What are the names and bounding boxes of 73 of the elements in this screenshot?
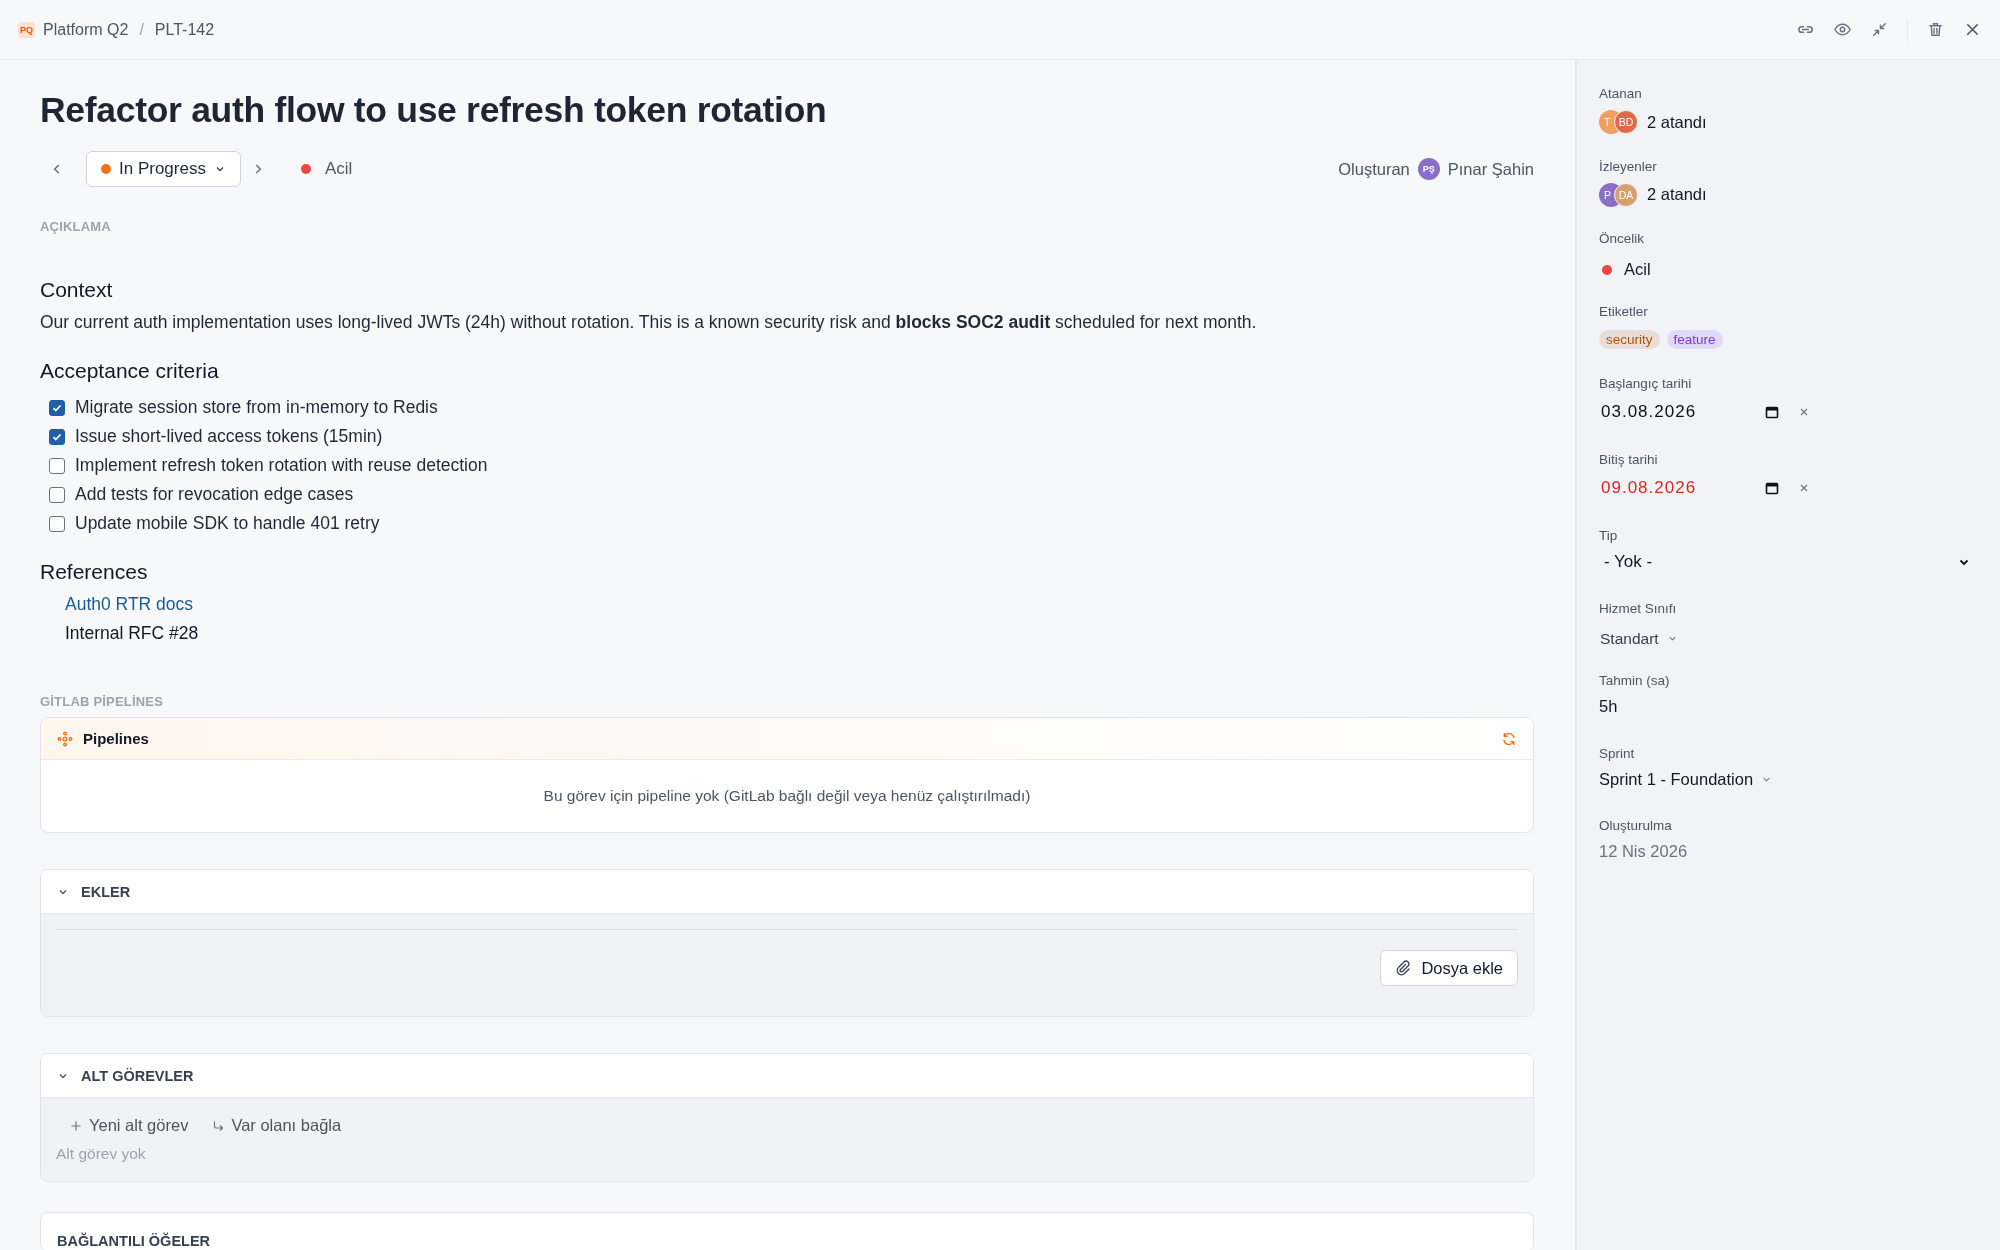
field-label: Başlangıç tarihi: [1599, 376, 1693, 391]
collapse-icon[interactable]: [1870, 20, 1889, 39]
date-field[interactable]: 09.08.2026: [1599, 478, 1779, 498]
type-select[interactable]: - Yok -: [1599, 552, 1970, 572]
panel-title: EKLER: [81, 883, 131, 900]
checklist-item-text: Add tests for revocation edge cases: [75, 484, 354, 505]
field-value[interactable]: 2 atandı: [1647, 185, 1707, 204]
description-paragraph: Our current auth implementation uses long-lived JWTs (24h) without rotation. This is a known security risk and blocks SOC2 audit scheduled for next month.: [40, 312, 1258, 333]
checkbox[interactable]: [49, 486, 65, 503]
description-heading: Acceptance criteria: [40, 359, 220, 383]
plus-icon: [70, 1119, 82, 1132]
panel-title: BAĞLANTILI ÖĞELER: [57, 1233, 211, 1249]
pipeline-icon: [57, 730, 73, 747]
calendar-icon: [1765, 481, 1779, 495]
field-value[interactable]: 2 atandı: [1647, 112, 1707, 132]
project-link[interactable]: Platform Q2: [43, 20, 129, 39]
creator-label: Oluşturan: [1338, 159, 1410, 179]
paperclip-icon: [1395, 960, 1412, 976]
link-existing-button[interactable]: Var olanı bağla: [212, 1112, 352, 1139]
issue-key: PLT-142: [154, 20, 215, 39]
field-label: Oluşturulma: [1599, 818, 1673, 833]
status-dropdown[interactable]: In Progress: [86, 151, 241, 187]
trash-icon[interactable]: [1926, 20, 1945, 39]
add-file-button[interactable]: Dosya ekle: [1380, 950, 1518, 986]
calendar-icon: [1765, 405, 1779, 419]
avatar: BD: [1614, 110, 1638, 134]
creator-name: Pınar Şahin: [1447, 159, 1534, 179]
refresh-icon[interactable]: [1501, 730, 1517, 747]
field-dropdown[interactable]: Sprint 1 - Foundation: [1599, 769, 1773, 789]
creator-avatar: PŞ: [1417, 158, 1440, 180]
breadcrumb-separator: /: [139, 20, 144, 39]
description-heading: References: [40, 560, 149, 584]
section-label: AÇIKLAMA: [40, 219, 112, 234]
section-label: GİTLAB PİPELİNES: [40, 694, 165, 709]
tag: security: [1599, 329, 1660, 349]
checklist-item-text: Migrate session store from in-memory to Redis: [75, 397, 438, 418]
checklist-item-text: Update mobile SDK to handle 401 retry: [75, 513, 380, 534]
field-label: Öncelik: [1599, 231, 1645, 246]
field-label: Hizmet Sınıfı: [1599, 600, 1678, 616]
field-label: Sprint: [1599, 745, 1636, 761]
tag: feature: [1666, 329, 1723, 349]
pipelines-title: Pipelines: [83, 730, 150, 747]
field-value[interactable]: 5h: [1599, 697, 1618, 716]
reference-text: Internal RFC #28: [65, 623, 199, 644]
field-label: İzleyenler: [1599, 158, 1658, 174]
clear-icon[interactable]: [1799, 407, 1809, 417]
empty-message: Alt görev yok: [56, 1145, 147, 1163]
field-label: Etiketler: [1599, 303, 1649, 319]
avatar: DA: [1614, 182, 1638, 207]
description-heading: Context: [40, 278, 114, 302]
field-dropdown[interactable]: Standart: [1599, 629, 1678, 648]
checklist-item-text: Implement refresh token rotation with reuse detection: [75, 455, 488, 476]
panel-title: ALT GÖREVLER: [81, 1067, 194, 1084]
date-field[interactable]: 03.08.2026: [1599, 402, 1779, 422]
project-badge: PQ: [18, 21, 35, 38]
priority-label: Acil: [324, 159, 353, 179]
field-value: 12 Nis 2026: [1599, 842, 1688, 861]
checklist-item-text: Issue short-lived access tokens (15min): [75, 426, 383, 447]
checkbox[interactable]: [49, 457, 65, 474]
new-subtask-button[interactable]: Yeni alt görev: [70, 1112, 199, 1139]
arrow-icon: [212, 1119, 225, 1132]
field-value[interactable]: Acil: [1624, 260, 1651, 279]
empty-message: Bu görev için pipeline yok (GitLab bağlı değil veya henüz çalıştırılmadı): [542, 786, 1032, 806]
field-label: Tahmin (sa): [1599, 673, 1671, 688]
field-label: Tip: [1599, 528, 1619, 543]
issue-title: Refactor auth flow to use refresh token rotation: [40, 90, 828, 131]
checkbox[interactable]: [49, 428, 65, 445]
field-label: Atanan: [1599, 86, 1643, 101]
field-label: Bitiş tarihi: [1599, 452, 1659, 467]
checkbox[interactable]: [49, 399, 65, 416]
checkbox[interactable]: [49, 515, 65, 532]
reference-link[interactable]: Auth0 RTR docs: [65, 594, 194, 615]
clear-icon[interactable]: [1799, 483, 1809, 493]
